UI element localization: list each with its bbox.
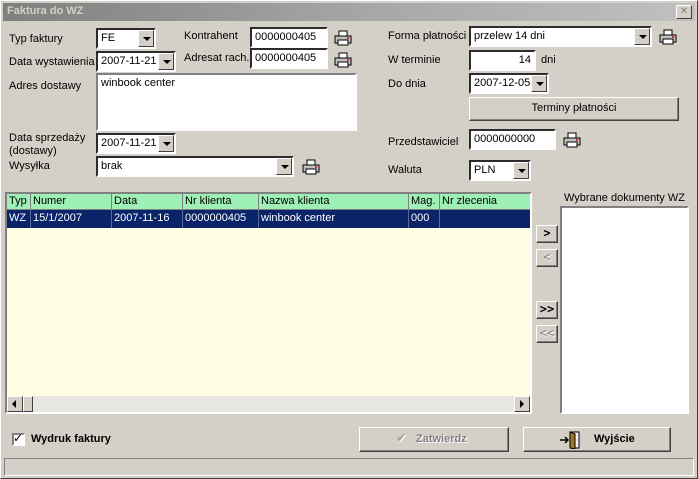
delivery-address-value: winbook center [101,77,175,89]
close-button[interactable]: ✕ [676,5,692,19]
delivery-address-label: Adres dostawy [9,80,82,92]
printer-icon[interactable] [563,132,581,148]
printer-icon[interactable] [302,159,320,175]
sale-date-value: 2007-11-21 [101,137,157,149]
checkmark-icon: ✔ [396,431,407,446]
issue-date-picker[interactable]: 2007-11-21 [96,51,176,72]
issue-date-value: 2007-11-21 [101,55,157,67]
remove-all-button[interactable]: << [536,325,558,343]
invoice-type-select[interactable]: FE [96,28,156,49]
chevron-down-icon[interactable] [634,28,650,45]
invoice-dialog: Faktura do WZ ✕ Typ faktury FE Data wyst… [0,0,698,479]
scroll-right-icon[interactable] [514,396,530,412]
table-row[interactable]: WZ 15/1/2007 2007-11-16 0000000405 winbo… [7,210,530,228]
chevron-down-icon[interactable] [531,75,547,92]
payer-label: Adresat rach. [184,52,250,64]
column-header-typ[interactable]: Typ [7,194,31,210]
add-all-button[interactable]: >> [536,301,558,319]
horizontal-scrollbar[interactable] [7,396,530,412]
window-title: Faktura do WZ [7,5,84,17]
printer-icon[interactable] [334,30,352,46]
column-header-nr-klienta[interactable]: Nr klienta [183,194,259,210]
payment-terms-button[interactable]: Terminy płatności [469,97,679,121]
delivery-address-textarea[interactable]: winbook center [96,73,357,131]
chevron-down-icon[interactable] [158,53,174,70]
invoice-type-label: Typ faktury [9,33,63,45]
representative-label: Przedstawiciel [388,136,459,148]
currency-label: Waluta [388,164,422,176]
currency-select[interactable]: PLN [469,160,531,181]
due-date-picker[interactable]: 2007-12-05 [469,73,549,94]
chevron-down-icon[interactable] [138,30,154,47]
contractor-label: Kontrahent [184,30,238,42]
column-header-data[interactable]: Data [112,194,183,210]
print-invoice-label: Wydruk faktury [31,433,111,445]
cell-numer: 15/1/2007 [31,210,112,228]
print-invoice-checkbox[interactable] [12,431,25,446]
scroll-left-icon[interactable] [7,396,23,412]
chevron-down-icon[interactable] [276,158,292,175]
currency-value: PLN [474,164,496,176]
column-header-numer[interactable]: Numer [31,194,112,210]
exit-door-icon [560,431,580,449]
scroll-thumb[interactable] [23,396,33,412]
cell-nr-klienta: 0000000405 [183,210,259,228]
exit-button-label: Wyjście [594,433,635,445]
sale-date-label-line2: (dostawy) [9,145,57,157]
wz-documents-grid[interactable]: Typ Numer Data Nr klienta Nazwa klienta … [5,192,532,414]
status-bar [4,458,694,476]
cell-nr-zlecenia [440,210,530,228]
sale-date-picker[interactable]: 2007-11-21 [96,133,176,154]
payment-term-unit: dni [541,54,556,66]
title-bar: Faktura do WZ ✕ [3,3,695,21]
contractor-field[interactable]: 0000000405 [250,27,328,48]
remove-one-button[interactable]: < [536,249,558,267]
chevron-down-icon[interactable] [513,162,529,179]
payment-term-label: W terminie [388,54,441,66]
cell-mag: 000 [409,210,440,228]
issue-date-label: Data wystawienia [9,56,95,68]
invoice-type-value: FE [101,32,116,44]
column-header-mag[interactable]: Mag. [409,194,440,210]
selected-docs-list[interactable] [560,206,689,414]
confirm-button-label: Zatwierdz [416,433,467,445]
due-date-value: 2007-12-05 [474,77,531,89]
add-one-button[interactable]: > [536,225,558,243]
cell-nazwa-klienta: winbook center [259,210,409,228]
shipping-select[interactable]: brak [96,156,294,177]
cell-data: 2007-11-16 [112,210,183,228]
column-header-nazwa-klienta[interactable]: Nazwa klienta [259,194,409,210]
representative-field[interactable]: 0000000000 [469,129,556,150]
representative-value: 0000000000 [474,133,536,145]
confirm-button[interactable]: ✔ Zatwierdz [359,427,509,452]
chevron-down-icon[interactable] [158,135,174,152]
contractor-value: 0000000405 [255,31,317,43]
due-date-label: Do dnia [388,78,426,90]
selected-docs-label: Wybrane dokumenty WZ [564,192,685,204]
cell-typ: WZ [7,210,31,228]
shipping-value: brak [101,160,123,172]
printer-icon[interactable] [334,52,352,68]
exit-button[interactable]: Wyjście [523,427,671,452]
sale-date-label-line1: Data sprzedaży [9,132,86,144]
grid-header: Typ Numer Data Nr klienta Nazwa klienta … [7,194,530,210]
payment-method-label: Forma płatności [388,30,467,42]
payer-field[interactable]: 0000000405 [250,48,328,69]
payment-term-field[interactable]: 14 [469,50,536,71]
payment-method-select[interactable]: przelew 14 dni [469,26,652,47]
shipping-label: Wysyłka [9,160,50,172]
payer-value: 0000000405 [255,52,317,64]
payment-method-value: przelew 14 dni [474,30,545,42]
printer-icon[interactable] [659,29,677,45]
payment-term-value: 14 [518,54,531,66]
column-header-nr-zlecenia[interactable]: Nr zlecenia [440,194,530,210]
